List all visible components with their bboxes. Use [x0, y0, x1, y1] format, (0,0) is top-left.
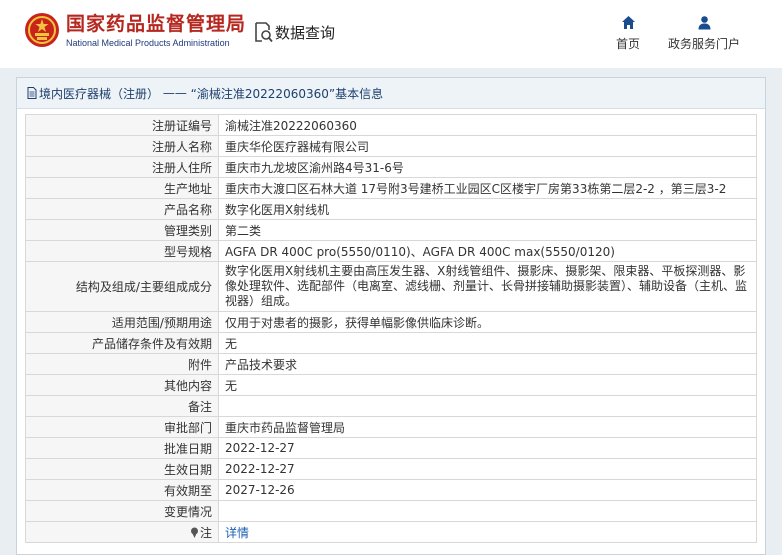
brand[interactable]: 国家药品监督管理局 National Medical Products Admi… [66, 13, 246, 49]
details-link[interactable]: 详情 [225, 526, 249, 540]
table-row: 附件 产品技术要求 [25, 353, 758, 375]
field-value: 产品技术要求 [217, 353, 758, 375]
field-label: 注册证编号 [25, 114, 219, 136]
field-label: 结构及组成/主要组成成分 [25, 261, 219, 312]
field-value: 重庆市九龙坡区渝州路4号31-6号 [217, 156, 758, 178]
table-row: 注册证编号 渝械注准20222060360 [25, 114, 758, 136]
field-label: 注册人名称 [25, 135, 219, 157]
national-emblem-logo [25, 13, 59, 47]
field-value: 重庆华伦医疗器械有限公司 [217, 135, 758, 157]
table-row: 注册人名称 重庆华伦医疗器械有限公司 [25, 135, 758, 157]
field-value [217, 500, 758, 522]
field-label: 备注 [25, 395, 219, 417]
breadcrumb-title: “渝械注准20222060360”基本信息 [190, 86, 384, 101]
field-value: 渝械注准20222060360 [217, 114, 758, 136]
field-label: 变更情况 [25, 500, 219, 522]
field-value: 重庆市大渡口区石林大道 17号附3号建桥工业园区C区楼宇厂房第33栋第二层2-2… [217, 177, 758, 199]
field-label: 附件 [25, 353, 219, 375]
table-row: 型号规格 AGFA DR 400C pro(5550/0110)、AGFA DR … [25, 240, 758, 262]
breadcrumb-separator: —— [162, 86, 187, 100]
field-value: 数字化医用X射线机 [217, 198, 758, 220]
field-value [217, 395, 758, 417]
table-row: 审批部门 重庆市药品监督管理局 [25, 416, 758, 438]
table-row: 生效日期 2022-12-27 [25, 458, 758, 480]
table-row: 备注 [25, 395, 758, 417]
field-value: 2022-12-27 [217, 458, 758, 480]
document-search-icon [255, 22, 273, 43]
table-row: 批准日期 2022-12-27 [25, 437, 758, 459]
table-row: 产品储存条件及有效期无 [25, 332, 758, 354]
note-label: 注 [199, 525, 212, 540]
table-row: 有效期至 2027-12-26 [25, 479, 758, 501]
data-query-label: 数据查询 [275, 23, 336, 42]
table-row: 其他内容无 [25, 374, 758, 396]
nav-home-label: 首页 [616, 37, 641, 51]
home-icon [621, 16, 635, 29]
table-row: 生产地址 重庆市大渡口区石林大道 17号附3号建桥工业园区C区楼宇厂房第33栋第二… [25, 177, 758, 199]
field-value: AGFA DR 400C pro(5550/0110)、AGFA DR 400C… [217, 240, 758, 262]
field-value: 无 [217, 332, 758, 354]
table-row: 结构及组成/主要组成成分 数字化医用X射线机主要由高压发生器、X射线管组件、摄影床… [25, 261, 758, 312]
table-row-note: 注详情 [25, 521, 758, 543]
nav-government-service-portal[interactable]: 政务服务门户 [668, 15, 740, 52]
site-header: 国家药品监督管理局 National Medical Products Admi… [0, 0, 782, 68]
field-label: 型号规格 [25, 240, 219, 262]
table-row: 变更情况 [25, 500, 758, 522]
field-label: 管理类别 [25, 219, 219, 241]
brand-title-en: National Medical Products Administration [66, 38, 230, 48]
field-label: 产品名称 [25, 198, 219, 220]
table-row: 适用范围/预期用途 仅用于对患者的摄影，获得单幅影像供临床诊断。 [25, 311, 758, 333]
field-label: 注册人住所 [25, 156, 219, 178]
nav-service-label: 政务服务门户 [668, 37, 741, 51]
pin-icon [190, 527, 198, 538]
nav-home[interactable]: 首页 [616, 15, 640, 52]
table-row: 注册人住所 重庆市九龙坡区渝州路4号31-6号 [25, 156, 758, 178]
breadcrumb-section-link[interactable]: 境内医疗器械（注册） [39, 85, 159, 102]
field-label: 审批部门 [25, 416, 219, 438]
table-row: 产品名称 数字化医用X射线机 [25, 198, 758, 220]
field-value: 仅用于对患者的摄影，获得单幅影像供临床诊断。 [217, 311, 758, 333]
breadcrumb: 境内医疗器械（注册） —— “渝械注准20222060360”基本信息 [17, 78, 765, 109]
registration-info-table: 注册证编号 渝械注准20222060360 注册人名称 重庆华伦医疗器械有限公司 注册人… [25, 114, 758, 543]
field-label: 生产地址 [25, 177, 219, 199]
field-label: 其他内容 [25, 374, 219, 396]
document-icon [27, 87, 37, 99]
field-label: 产品储存条件及有效期 [25, 332, 219, 354]
field-value: 2022-12-27 [217, 437, 758, 459]
note-label-cell: 注 [25, 521, 219, 543]
table-row: 管理类别 第二类 [25, 219, 758, 241]
field-label: 适用范围/预期用途 [25, 311, 219, 333]
field-value: 重庆市药品监督管理局 [217, 416, 758, 438]
field-label: 批准日期 [25, 437, 219, 459]
user-icon [698, 16, 710, 30]
field-value: 2027-12-26 [217, 479, 758, 501]
field-value: 数字化医用X射线机主要由高压发生器、X射线管组件、摄影床、摄影架、限束器、平板探… [217, 261, 758, 312]
note-value-cell: 详情 [217, 521, 758, 543]
field-value: 第二类 [217, 219, 758, 241]
field-value: 无 [217, 374, 758, 396]
data-query-link[interactable]: 数据查询 [253, 21, 335, 43]
brand-title-cn: 国家药品监督管理局 [66, 13, 247, 35]
field-label: 生效日期 [25, 458, 219, 480]
field-label: 有效期至 [25, 479, 219, 501]
